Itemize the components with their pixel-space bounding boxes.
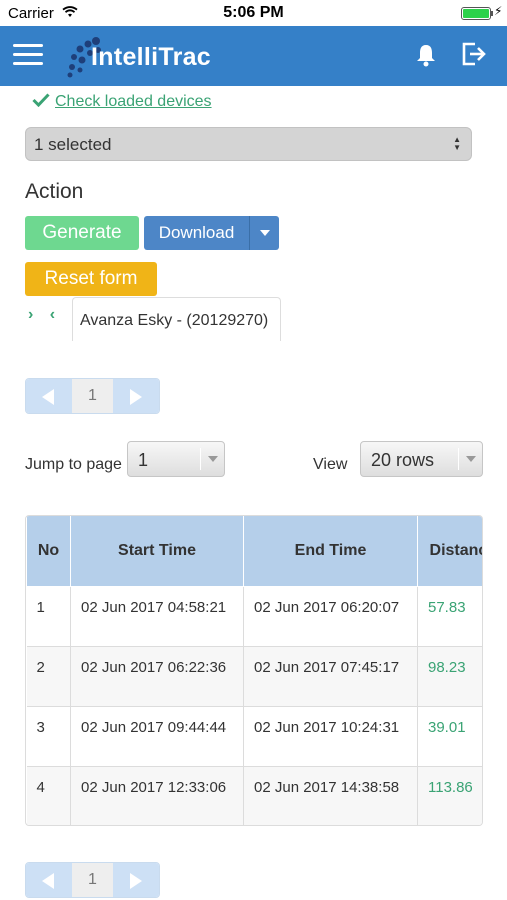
download-button[interactable]: Download <box>144 216 249 250</box>
table-row[interactable]: 4 02 Jun 2017 12:33:06 02 Jun 2017 14:38… <box>26 766 482 825</box>
current-page: 1 <box>72 379 113 413</box>
trips-table-container[interactable]: No Start Time End Time Distance (km) 1 0… <box>25 515 483 826</box>
generate-button[interactable]: Generate <box>25 216 139 250</box>
cell-distance: 113.86 <box>417 766 482 825</box>
table-row[interactable]: 1 02 Jun 2017 04:58:21 02 Jun 2017 06:20… <box>26 586 482 647</box>
pagination-top: 1 <box>25 378 160 414</box>
cell-end-time: 02 Jun 2017 07:45:17 <box>243 646 418 707</box>
check-loaded-devices-link[interactable]: Check loaded devices <box>55 93 212 111</box>
caret-down-icon <box>458 448 482 470</box>
pagination-bottom: 1 <box>25 862 160 898</box>
next-page-button[interactable] <box>113 379 159 413</box>
view-rows-value: 20 rows <box>371 450 435 470</box>
cell-distance: 57.83 <box>417 586 482 647</box>
table-header-row: No Start Time End Time Distance (km) <box>26 516 482 587</box>
intellitrac-logo: IntelliTrac <box>66 35 226 79</box>
cell-start-time: 02 Jun 2017 04:58:21 <box>70 586 244 647</box>
table-row[interactable]: 2 02 Jun 2017 06:22:36 02 Jun 2017 07:45… <box>26 646 482 707</box>
caret-down-icon <box>200 448 224 470</box>
view-rows-select[interactable]: 20 rows <box>360 441 483 477</box>
prev-page-button[interactable] <box>26 379 72 413</box>
cell-start-time: 02 Jun 2017 12:33:06 <box>70 766 244 825</box>
download-options-button[interactable] <box>249 216 279 250</box>
cell-end-time: 02 Jun 2017 06:20:07 <box>243 586 418 647</box>
col-header-end-time[interactable]: End Time <box>243 516 418 587</box>
current-page: 1 <box>72 863 113 897</box>
col-header-distance[interactable]: Distance (km) <box>417 516 482 587</box>
device-select[interactable]: 1 selected ▲ ▼ <box>25 127 472 161</box>
logout-icon[interactable] <box>461 41 487 67</box>
battery-tip <box>491 11 493 16</box>
expand-collapse-toggle[interactable]: › ‹ <box>28 306 61 324</box>
cell-no: 2 <box>26 646 71 707</box>
app-name: IntelliTrac <box>91 43 212 71</box>
status-bar: Carrier 5:06 PM ⚡ <box>0 0 507 26</box>
charging-bolt-icon: ⚡ <box>494 4 503 18</box>
check-icon <box>32 93 50 107</box>
cell-end-time: 02 Jun 2017 14:38:58 <box>243 766 418 825</box>
arrow-left-icon <box>42 389 54 405</box>
select-arrows-icon: ▲ ▼ <box>453 135 461 152</box>
jump-to-page-select[interactable]: 1 <box>127 441 225 477</box>
view-label: View <box>313 456 348 473</box>
prev-page-button[interactable] <box>26 863 72 897</box>
cell-no: 3 <box>26 706 71 767</box>
cell-start-time: 02 Jun 2017 09:44:44 <box>70 706 244 767</box>
cell-distance: 98.23 <box>417 646 482 707</box>
col-header-no[interactable]: No <box>26 516 71 587</box>
hamburger-menu-icon[interactable] <box>13 44 43 66</box>
table-row[interactable]: 3 02 Jun 2017 09:44:44 02 Jun 2017 10:24… <box>26 706 482 767</box>
caret-down-icon <box>260 230 270 236</box>
jump-to-page-label: Jump to page <box>25 456 122 473</box>
cell-distance: 39.01 <box>417 706 482 767</box>
jump-page-value: 1 <box>138 450 149 470</box>
device-select-value: 1 selected <box>34 135 112 154</box>
battery-icon <box>461 7 491 20</box>
arrow-right-icon <box>130 873 142 889</box>
cell-no: 4 <box>26 766 71 825</box>
cell-start-time: 02 Jun 2017 06:22:36 <box>70 646 244 707</box>
arrow-right-icon <box>130 389 142 405</box>
action-heading: Action <box>25 180 84 203</box>
arrow-left-icon <box>42 873 54 889</box>
col-header-start-time[interactable]: Start Time <box>70 516 244 587</box>
reset-form-button[interactable]: Reset form <box>25 262 157 296</box>
selected-device-tab[interactable]: Avanza Esky - (20129270) <box>72 297 281 341</box>
selected-device-label: Avanza Esky - (20129270) <box>80 312 269 329</box>
next-page-button[interactable] <box>113 863 159 897</box>
cell-no: 1 <box>26 586 71 647</box>
app-header: IntelliTrac <box>0 26 507 86</box>
clock-time: 5:06 PM <box>223 4 284 21</box>
trips-table: No Start Time End Time Distance (km) 1 0… <box>26 516 482 825</box>
bell-icon[interactable] <box>415 43 437 67</box>
cell-end-time: 02 Jun 2017 10:24:31 <box>243 706 418 767</box>
